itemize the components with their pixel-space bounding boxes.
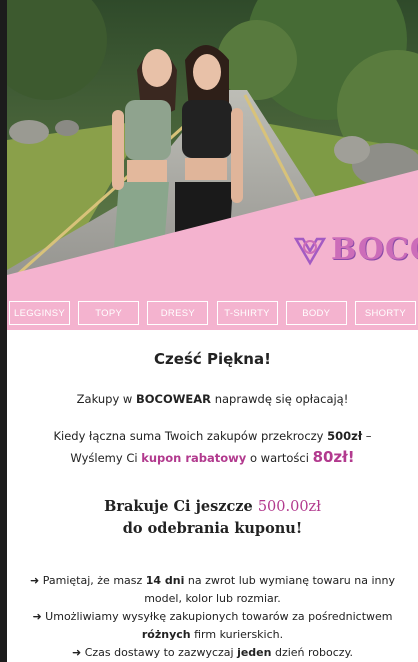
nav-item-shorty[interactable]: SHORTY xyxy=(354,301,416,325)
category-nav: LEGGINSY TOPY DRESY T-SHIRTY BODY SHORTY xyxy=(7,297,418,329)
hero-photo xyxy=(7,0,418,330)
info-item-shipping: ➜ Umożliwiamy wysyłkę zakupionych towaró… xyxy=(7,608,418,644)
nav-item-tshirty[interactable]: T-SHIRTY xyxy=(216,301,278,325)
info-item-returns: ➜ Pamiętaj, że masz 14 dni na zwrot lub … xyxy=(7,572,418,608)
info-item-delivery: ➜ Czas dostawy to zazwyczaj jeden dzień … xyxy=(7,644,418,662)
greeting-heading: Cześć Piękna! xyxy=(154,350,271,368)
info-returns-days: 14 dni xyxy=(145,574,185,587)
coupon-label: kupon rabatowy xyxy=(141,451,247,465)
missing-line2: do odebrania kuponu! xyxy=(122,520,303,537)
brand-logo-text: BOCO xyxy=(331,232,418,267)
missing-amount-block: Brakuje Ci jeszcze 500.00zł do odebrania… xyxy=(7,496,418,540)
info-delivery-bold: jeden xyxy=(237,646,272,659)
offer-text: Kiedy łączna suma Twoich zakupów przekro… xyxy=(7,426,418,469)
info-shipping-pre: ➜ Umożliwiamy wysyłkę zakupionych towaró… xyxy=(32,610,393,623)
missing-amount: 500.00zł xyxy=(257,499,321,515)
intro-post: naprawdę się opłacają! xyxy=(211,392,349,406)
offer-line1-post: – xyxy=(362,429,372,443)
info-delivery-pre: ➜ Czas dostawy to zazwyczaj xyxy=(71,646,238,659)
info-shipping-post: firm kurierskich. xyxy=(190,628,284,641)
info-returns-pre: ➜ Pamiętaj, że masz xyxy=(30,574,146,587)
offer-line1-pre: Kiedy łączna suma Twoich zakupów przekro… xyxy=(53,429,328,443)
brand-emblem-icon xyxy=(293,237,327,265)
intro-text: Zakupy w BOCOWEAR naprawdę się opłacają! xyxy=(7,392,418,406)
nav-item-dresy[interactable]: DRESY xyxy=(147,301,209,325)
hero-banner[interactable]: BOCO LEGGINSY TOPY DRESY T-SHIRTY BODY S… xyxy=(7,0,418,330)
email-frame: BOCO LEGGINSY TOPY DRESY T-SHIRTY BODY S… xyxy=(7,0,418,662)
brand-logo[interactable]: BOCO xyxy=(293,232,418,267)
info-list: ➜ Pamiętaj, że masz 14 dni na zwrot lub … xyxy=(7,572,418,662)
offer-line2-mid: o wartości xyxy=(246,451,313,465)
intro-brand: BOCOWEAR xyxy=(135,392,212,406)
nav-item-leggins[interactable]: LEGGINSY xyxy=(9,301,70,325)
intro-pre: Zakupy w xyxy=(76,392,136,406)
info-delivery-post: dzień roboczy. xyxy=(271,646,354,659)
info-shipping-bold: różnych xyxy=(141,628,191,641)
offer-line2-pre: Wyślemy Ci xyxy=(70,451,142,465)
nav-item-body[interactable]: BODY xyxy=(285,301,347,325)
offer-threshold: 500zł xyxy=(327,429,363,443)
missing-pre: Brakuje Ci jeszcze xyxy=(104,498,258,515)
coupon-value: 80zł! xyxy=(312,448,355,466)
nav-item-topy[interactable]: TOPY xyxy=(78,301,140,325)
